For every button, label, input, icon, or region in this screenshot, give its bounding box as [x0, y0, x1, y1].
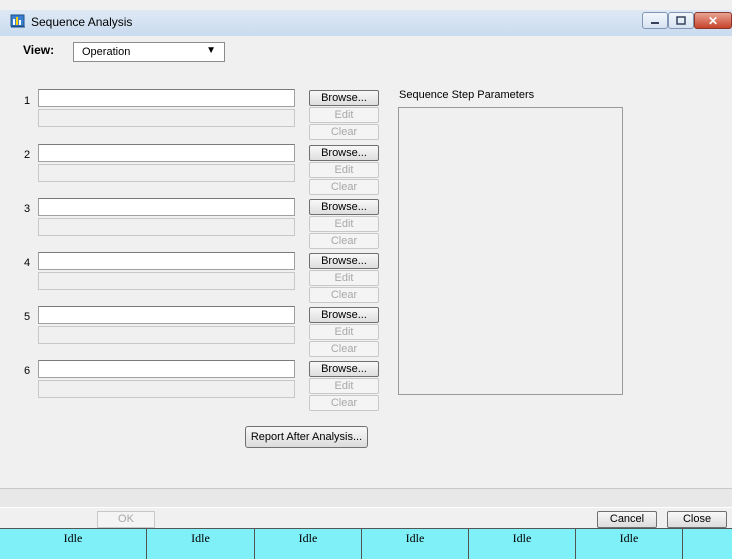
sequence-detail-field-1	[38, 109, 295, 127]
status-cell	[683, 529, 732, 559]
sequence-detail-field-5	[38, 326, 295, 344]
window-title: Sequence Analysis	[31, 15, 133, 29]
edit-button-2[interactable]: Edit	[309, 162, 379, 178]
sequence-detail-field-6	[38, 380, 295, 398]
maximize-button[interactable]	[668, 12, 694, 29]
chevron-down-icon: ▼	[206, 45, 216, 56]
sequence-file-input-4[interactable]	[38, 252, 295, 270]
browse-button-5[interactable]: Browse...	[309, 307, 379, 323]
row-number: 2	[24, 149, 31, 161]
edit-button-6[interactable]: Edit	[309, 378, 379, 394]
edit-button-1[interactable]: Edit	[309, 107, 379, 123]
status-bar: Idle Idle Idle Idle Idle Idle	[0, 528, 732, 559]
sequence-detail-field-2	[38, 164, 295, 182]
view-dropdown[interactable]: Operation ▼	[73, 42, 225, 62]
browse-button-4[interactable]: Browse...	[309, 253, 379, 269]
sequence-analysis-window: Sequence Analysis ✕ View: Operation ▼ 1 …	[0, 0, 732, 559]
close-icon: ✕	[707, 13, 719, 28]
row-number: 5	[24, 311, 31, 323]
sequence-detail-field-3	[38, 218, 295, 236]
row-number: 4	[24, 257, 31, 269]
row-number: 6	[24, 365, 31, 377]
clear-button-2[interactable]: Clear	[309, 179, 379, 195]
status-cell: Idle	[469, 529, 576, 559]
sequence-file-input-2[interactable]	[38, 144, 295, 162]
app-icon	[10, 14, 25, 28]
clear-button-1[interactable]: Clear	[309, 124, 379, 140]
edit-button-4[interactable]: Edit	[309, 270, 379, 286]
browse-button-1[interactable]: Browse...	[309, 90, 379, 106]
status-cell: Idle	[362, 529, 469, 559]
row-number: 1	[24, 95, 31, 107]
title-bar: Sequence Analysis ✕	[0, 10, 732, 36]
clear-button-6[interactable]: Clear	[309, 395, 379, 411]
edit-button-3[interactable]: Edit	[309, 216, 379, 232]
status-cell: Idle	[576, 529, 683, 559]
status-cell: Idle	[255, 529, 362, 559]
minimize-button[interactable]	[642, 12, 668, 29]
sequence-file-input-1[interactable]	[38, 89, 295, 107]
clear-button-3[interactable]: Clear	[309, 233, 379, 249]
view-dropdown-value: Operation	[82, 46, 131, 58]
cancel-button[interactable]: Cancel	[597, 511, 657, 528]
sequence-file-input-3[interactable]	[38, 198, 295, 216]
sequence-step-parameters-label: Sequence Step Parameters	[399, 89, 535, 101]
browse-button-6[interactable]: Browse...	[309, 361, 379, 377]
browse-button-3[interactable]: Browse...	[309, 199, 379, 215]
close-button[interactable]: Close	[667, 511, 727, 528]
sequence-step-parameters-panel	[398, 107, 623, 395]
ok-button[interactable]: OK	[97, 511, 155, 528]
browse-button-2[interactable]: Browse...	[309, 145, 379, 161]
sequence-file-input-6[interactable]	[38, 360, 295, 378]
report-after-analysis-button[interactable]: Report After Analysis...	[245, 426, 368, 448]
sequence-detail-field-4	[38, 272, 295, 290]
row-number: 3	[24, 203, 31, 215]
close-window-button[interactable]: ✕	[694, 12, 732, 29]
footer-separator	[0, 488, 732, 508]
clear-button-4[interactable]: Clear	[309, 287, 379, 303]
edit-button-5[interactable]: Edit	[309, 324, 379, 340]
maximize-icon	[676, 16, 686, 25]
status-cell: Idle	[147, 529, 255, 559]
clear-button-5[interactable]: Clear	[309, 341, 379, 357]
status-cell: Idle	[0, 529, 147, 559]
view-label: View:	[23, 43, 55, 57]
sequence-file-input-5[interactable]	[38, 306, 295, 324]
minimize-icon	[651, 21, 659, 24]
